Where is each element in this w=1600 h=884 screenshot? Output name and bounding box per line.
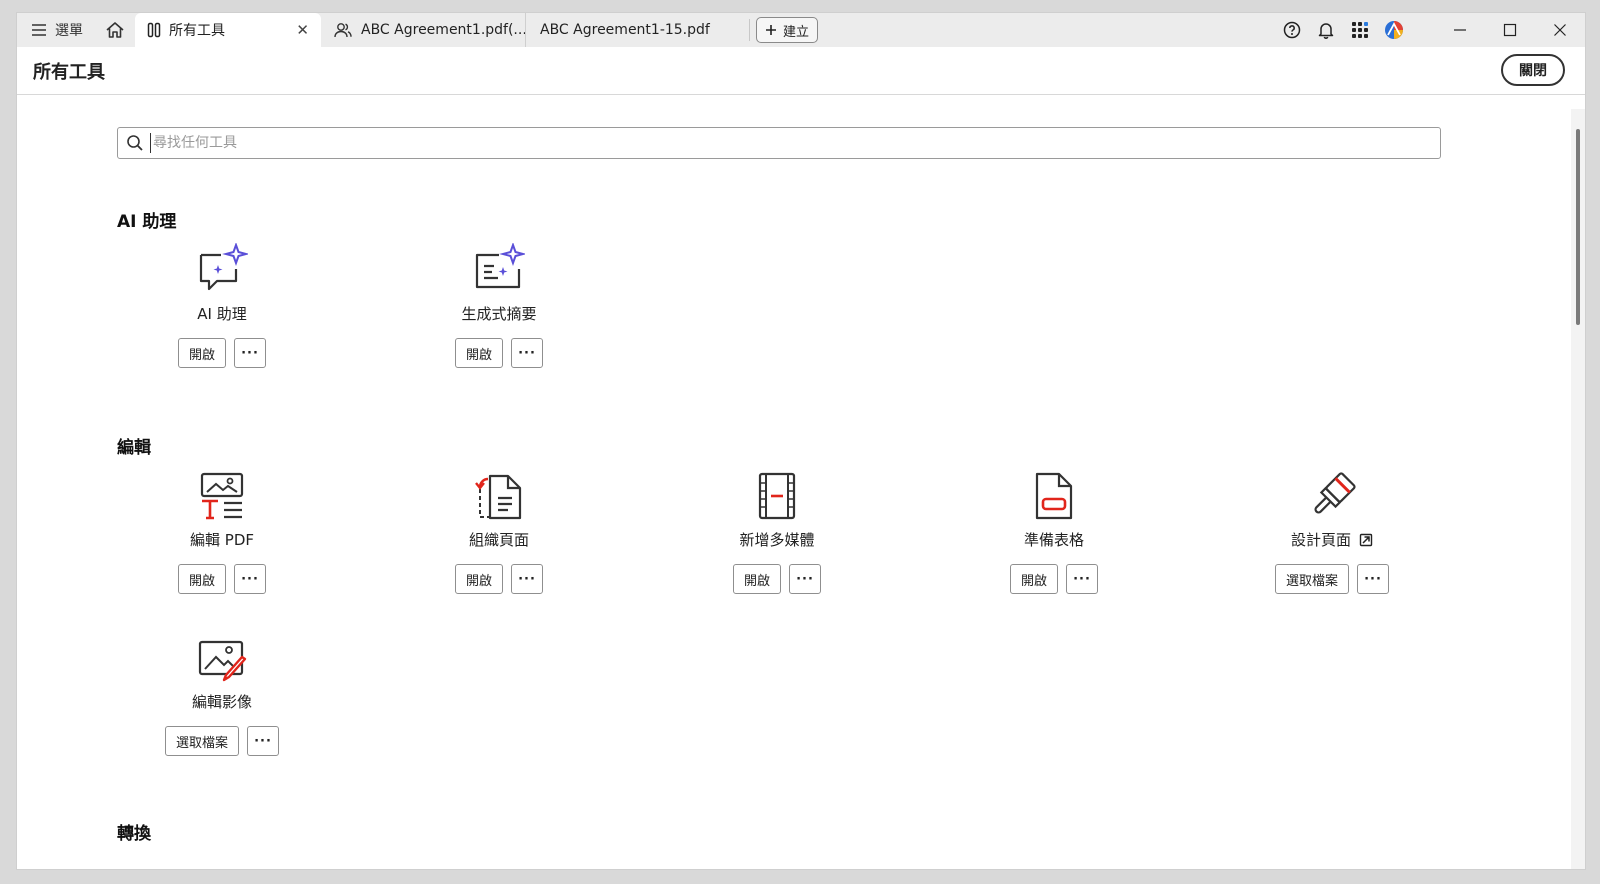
tab-separator [749, 19, 750, 41]
tool-ai-assistant: AI 助理 開啟 ··· [122, 237, 322, 368]
tool-name: 編輯影像 [191, 693, 252, 711]
prepare-form-icon [954, 463, 1154, 521]
page-header: 所有工具 關閉 [17, 47, 1585, 95]
tool-name: 組織頁面 [468, 531, 529, 549]
account-button[interactable] [1377, 13, 1411, 47]
open-button[interactable]: 開啟 [454, 564, 503, 594]
more-options-button[interactable]: ··· [234, 338, 266, 368]
app-window: 選單 所有工具 ✕ ABC Agreement1.pdf(... ABC Agr… [16, 12, 1586, 870]
add-media-icon [677, 463, 877, 521]
shared-users-icon [333, 22, 353, 38]
more-options-button[interactable]: ··· [511, 338, 543, 368]
menu-label: 選單 [55, 23, 83, 39]
section-title-ai: AI 助理 [117, 212, 177, 232]
close-window-button[interactable] [1535, 13, 1585, 47]
open-button[interactable]: 開啟 [177, 338, 226, 368]
open-button[interactable]: 開啟 [177, 564, 226, 594]
hamburger-icon [32, 24, 46, 36]
tool-name: 設計頁面 [1290, 531, 1351, 549]
tab-all-tools[interactable]: 所有工具 ✕ [135, 13, 321, 47]
edit-image-icon [122, 625, 322, 683]
tab-agreement-shared[interactable]: ABC Agreement1.pdf(... [321, 13, 527, 47]
tool-generative-summary: 生成式摘要 開啟 ··· [399, 237, 599, 368]
select-file-button[interactable]: 選取檔案 [164, 726, 239, 756]
tool-name: 生成式摘要 [461, 305, 537, 323]
open-button[interactable]: 開啟 [454, 338, 503, 368]
tool-prepare-form: 準備表格 開啟 ··· [954, 463, 1154, 594]
tool-name: 新增多媒體 [739, 531, 815, 549]
title-bar-actions [1275, 13, 1585, 47]
tool-edit-pdf: 編輯 PDF 開啟 ··· [122, 463, 322, 594]
home-button[interactable] [95, 13, 135, 47]
create-label: 建立 [783, 24, 810, 40]
help-icon [1283, 21, 1301, 39]
open-button[interactable]: 開啟 [1009, 564, 1058, 594]
tool-name: AI 助理 [197, 305, 247, 323]
apps-grid-icon [1352, 22, 1368, 38]
more-options-button[interactable]: ··· [511, 564, 543, 594]
ai-summary-icon [399, 237, 599, 295]
close-icon [1554, 24, 1566, 36]
more-options-button[interactable]: ··· [247, 726, 279, 756]
scrollbar[interactable] [1571, 109, 1585, 869]
tool-edit-image: 編輯影像 選取檔案 ··· [122, 625, 322, 756]
more-options-button[interactable]: ··· [234, 564, 266, 594]
tool-organize-pages: 組織頁面 開啟 ··· [399, 463, 599, 594]
apps-button[interactable] [1343, 13, 1377, 47]
edit-pdf-icon [122, 463, 322, 521]
search-input[interactable] [150, 133, 1355, 153]
more-options-button[interactable]: ··· [789, 564, 821, 594]
tool-name-row: 設計頁面 [1232, 529, 1432, 550]
help-button[interactable] [1275, 13, 1309, 47]
notifications-button[interactable] [1309, 13, 1343, 47]
external-link-icon[interactable] [1359, 533, 1373, 547]
more-options-button[interactable]: ··· [1066, 564, 1098, 594]
menu-button[interactable]: 選單 [17, 13, 95, 47]
avatar-icon [1385, 21, 1403, 39]
minimize-icon [1454, 29, 1466, 31]
paintbrush-icon [1232, 463, 1432, 521]
scrollbar-thumb[interactable] [1576, 129, 1580, 325]
home-icon [106, 22, 124, 38]
tab-agreement-15[interactable]: ABC Agreement1-15.pdf [525, 13, 745, 47]
search-icon [126, 134, 144, 152]
tools-content: AI 助理 AI 助理 開啟 ··· [17, 95, 1569, 869]
bell-icon [1318, 23, 1334, 39]
tool-design-pages: 設計頁面 選取檔案 ··· [1232, 463, 1432, 594]
tab-label: ABC Agreement1-15.pdf [540, 22, 710, 38]
tab-label: ABC Agreement1.pdf(... [361, 22, 527, 38]
tab-bar: 選單 所有工具 ✕ ABC Agreement1.pdf(... ABC Agr… [17, 13, 1585, 47]
tool-add-media: 新增多媒體 開啟 ··· [677, 463, 877, 594]
open-button[interactable]: 開啟 [732, 564, 781, 594]
organize-pages-icon [399, 463, 599, 521]
close-tools-button[interactable]: 關閉 [1501, 54, 1565, 86]
maximize-button[interactable] [1485, 13, 1535, 47]
page-title: 所有工具 [33, 61, 105, 83]
section-title-edit: 編輯 [117, 438, 151, 458]
tool-search[interactable] [117, 127, 1441, 159]
ai-chat-icon [122, 237, 322, 295]
select-file-button[interactable]: 選取檔案 [1274, 564, 1349, 594]
tab-close-icon[interactable]: ✕ [296, 21, 309, 39]
create-button[interactable]: 建立 [756, 17, 819, 43]
tab-label: 所有工具 [169, 23, 225, 39]
minimize-button[interactable] [1435, 13, 1485, 47]
more-options-button[interactable]: ··· [1357, 564, 1389, 594]
tool-name: 編輯 PDF [190, 531, 254, 549]
plus-icon [766, 25, 776, 35]
maximize-icon [1503, 23, 1517, 37]
section-title-convert: 轉換 [117, 824, 151, 844]
tool-name: 準備表格 [1023, 531, 1084, 549]
tools-icon [147, 22, 161, 38]
